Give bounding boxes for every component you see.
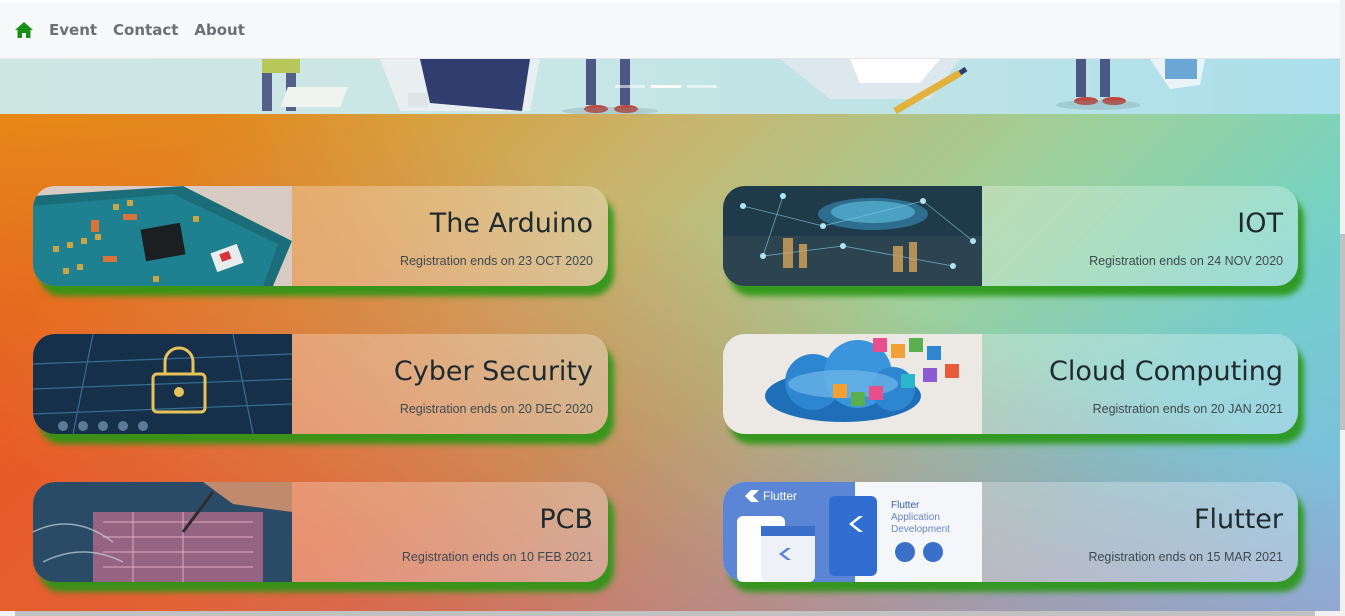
event-registration-date: Registration ends on 20 JAN 2021 <box>1092 402 1283 416</box>
pcb-soldering-image <box>33 482 292 582</box>
event-title: PCB <box>539 504 593 535</box>
nav-link-about[interactable]: About <box>194 21 245 39</box>
event-title: The Arduino <box>429 208 593 239</box>
event-title: Cyber Security <box>393 356 593 387</box>
nav-link-contact[interactable]: Contact <box>113 21 178 39</box>
flutter-caption-title: Flutter <box>891 500 920 511</box>
flutter-brand-text: Flutter <box>763 489 797 503</box>
horizontal-scrollbar[interactable] <box>0 611 1345 616</box>
carousel-indicator-1[interactable] <box>615 85 645 88</box>
carousel-indicator-2[interactable] <box>651 85 681 88</box>
event-registration-date: Registration ends on 23 OCT 2020 <box>400 254 593 268</box>
event-registration-date: Registration ends on 24 NOV 2020 <box>1089 254 1283 268</box>
flutter-caption-line3: Development <box>891 524 950 535</box>
event-title: Flutter <box>1193 504 1283 535</box>
vertical-scrollbar-thumb[interactable] <box>1340 234 1345 430</box>
vertical-scrollbar[interactable] <box>1340 0 1345 611</box>
horizontal-scrollbar-thumb[interactable] <box>15 611 1315 616</box>
iot-city-image <box>723 186 982 286</box>
event-registration-date: Registration ends on 20 DEC 2020 <box>399 402 593 416</box>
carousel-indicators <box>615 85 717 88</box>
flutter-caption-line2: Application <box>891 512 940 523</box>
event-registration-date: Registration ends on 15 MAR 2021 <box>1088 550 1283 564</box>
event-title: IOT <box>1237 208 1283 239</box>
arduino-board-image <box>33 186 292 286</box>
top-navbar: Event Contact About <box>0 2 1340 59</box>
flutter-app-image: Flutter Flutter Application Development <box>723 482 982 582</box>
cloud-apps-image <box>723 334 982 434</box>
event-card-arduino[interactable]: The Arduino Registration ends on 23 OCT … <box>33 186 608 286</box>
nav-link-event[interactable]: Event <box>49 21 97 39</box>
event-card-cloud-computing[interactable]: Cloud Computing Registration ends on 20 … <box>723 334 1298 434</box>
carousel-indicator-3[interactable] <box>687 85 717 88</box>
home-icon[interactable] <box>14 20 34 40</box>
event-registration-date: Registration ends on 10 FEB 2021 <box>401 550 593 564</box>
event-card-flutter[interactable]: Flutter Flutter Application Development … <box>723 482 1298 582</box>
events-section: The Arduino Registration ends on 23 OCT … <box>0 114 1340 611</box>
event-card-pcb[interactable]: PCB Registration ends on 10 FEB 2021 <box>33 482 608 582</box>
event-card-iot[interactable]: IOT Registration ends on 24 NOV 2020 <box>723 186 1298 286</box>
event-title: Cloud Computing <box>1049 356 1283 387</box>
cyber-lock-image <box>33 334 292 434</box>
hero-carousel <box>0 59 1340 114</box>
event-card-cyber-security[interactable]: Cyber Security Registration ends on 20 D… <box>33 334 608 434</box>
